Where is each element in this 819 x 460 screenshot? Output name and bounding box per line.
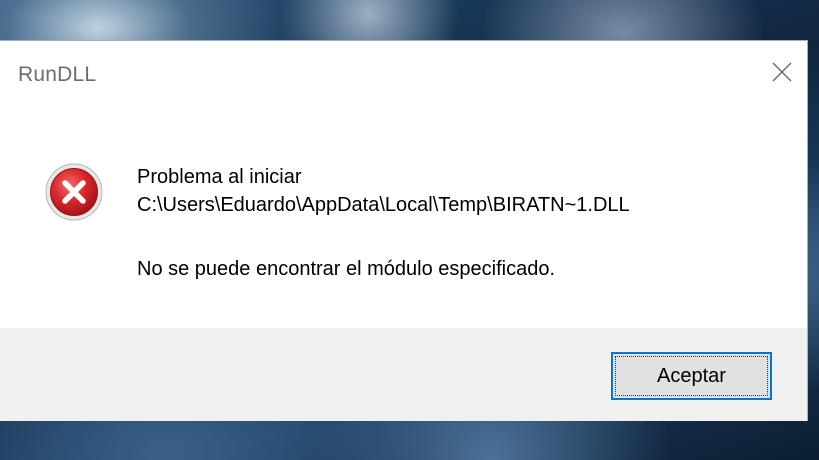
message-title: Problema al iniciar	[137, 166, 302, 188]
dialog-footer: Aceptar	[0, 328, 807, 421]
error-icon	[44, 162, 104, 222]
close-icon	[772, 62, 792, 82]
error-dialog: RunDLL Problema al iniciar C:\Users\Edua…	[0, 40, 808, 421]
dialog-titlebar[interactable]: RunDLL	[0, 41, 807, 111]
accept-button-label: Aceptar	[657, 365, 726, 387]
message-detail: No se puede encontrar el módulo especifi…	[137, 258, 556, 280]
accept-button[interactable]: Aceptar	[611, 352, 772, 400]
message-path: C:\Users\Eduardo\AppData\Local\Temp\BIRA…	[137, 194, 630, 216]
dialog-content: Problema al iniciar C:\Users\Eduardo\App…	[0, 111, 807, 328]
close-button[interactable]	[759, 55, 805, 93]
dialog-title: RunDLL	[18, 63, 97, 86]
